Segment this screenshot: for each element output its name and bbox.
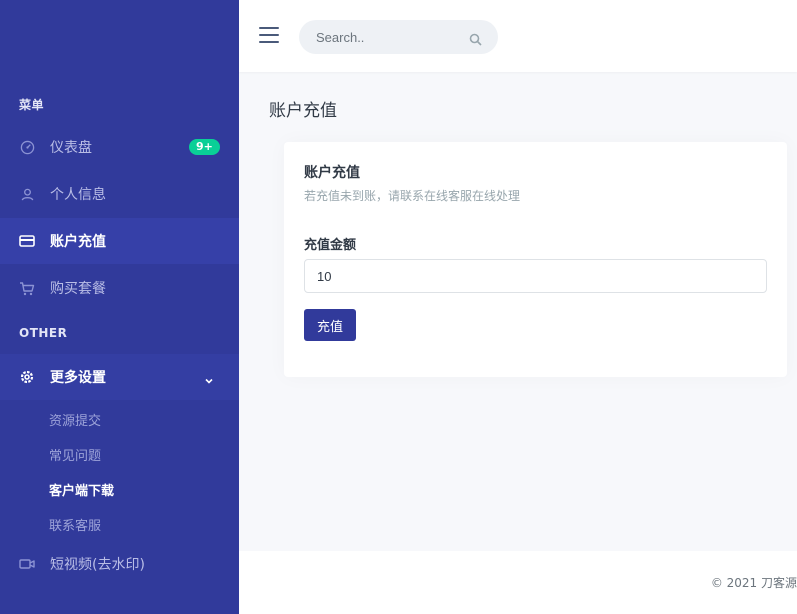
search-box xyxy=(299,20,498,54)
sidebar-item-label: 仪表盘 xyxy=(50,140,92,156)
page-title: 账户充值 xyxy=(269,101,337,121)
cart-icon xyxy=(19,280,35,296)
sidebar-item-short-video[interactable]: 短视频(去水印) xyxy=(0,541,239,587)
sidebar-item-label: 个人信息 xyxy=(50,187,106,203)
recharge-card: 账户充值 若充值未到账，请联系在线客服在线处理 充值金额 充值 xyxy=(284,142,787,377)
amount-input[interactable] xyxy=(304,259,767,293)
footer: © 2021 刀客源 xyxy=(239,551,797,614)
search-input[interactable] xyxy=(316,20,466,54)
sidebar: 菜单 仪表盘 9+ 个人信息 账户充值 购买套餐 OTHER 更多设置 资源提交… xyxy=(0,0,239,614)
sidebar-item-more-settings[interactable]: 更多设置 xyxy=(0,354,239,400)
sidebar-item-recharge[interactable]: 账户充值 xyxy=(0,218,239,264)
sidebar-item-label: 账户充值 xyxy=(50,234,106,250)
submenu-item-resource-submit[interactable]: 资源提交 xyxy=(49,410,101,429)
menu-section-label: 菜单 xyxy=(19,98,45,112)
card-title: 账户充值 xyxy=(304,165,360,181)
topbar xyxy=(239,0,797,72)
video-icon xyxy=(19,556,35,572)
user-icon xyxy=(19,186,35,202)
menu-toggle-icon[interactable] xyxy=(259,27,279,43)
search-icon[interactable] xyxy=(469,31,482,46)
chevron-down-icon xyxy=(204,371,214,384)
submenu-item-faq[interactable]: 常见问题 xyxy=(49,445,101,464)
sidebar-item-label: 购买套餐 xyxy=(50,281,106,297)
sidebar-item-buy-plan[interactable]: 购买套餐 xyxy=(0,265,239,311)
other-section-label: OTHER xyxy=(19,326,68,340)
copyright-text: © 2021 刀客源 xyxy=(710,576,797,590)
dashboard-icon xyxy=(19,139,35,155)
submenu-item-client-download[interactable]: 客户端下载 xyxy=(49,480,114,499)
sidebar-item-label: 短视频(去水印) xyxy=(50,557,145,573)
sidebar-item-label: 更多设置 xyxy=(50,370,106,386)
recharge-button[interactable]: 充值 xyxy=(304,309,356,341)
gear-icon xyxy=(19,369,35,385)
brand-area xyxy=(0,0,239,72)
sidebar-item-dashboard[interactable]: 仪表盘 9+ xyxy=(0,124,239,170)
amount-label: 充值金额 xyxy=(304,238,357,253)
card-subtitle: 若充值未到账，请联系在线客服在线处理 xyxy=(304,189,521,203)
notification-badge: 9+ xyxy=(189,139,220,155)
sidebar-item-profile[interactable]: 个人信息 xyxy=(0,171,239,217)
submenu-item-contact-support[interactable]: 联系客服 xyxy=(49,515,101,534)
credit-card-icon xyxy=(19,233,35,249)
